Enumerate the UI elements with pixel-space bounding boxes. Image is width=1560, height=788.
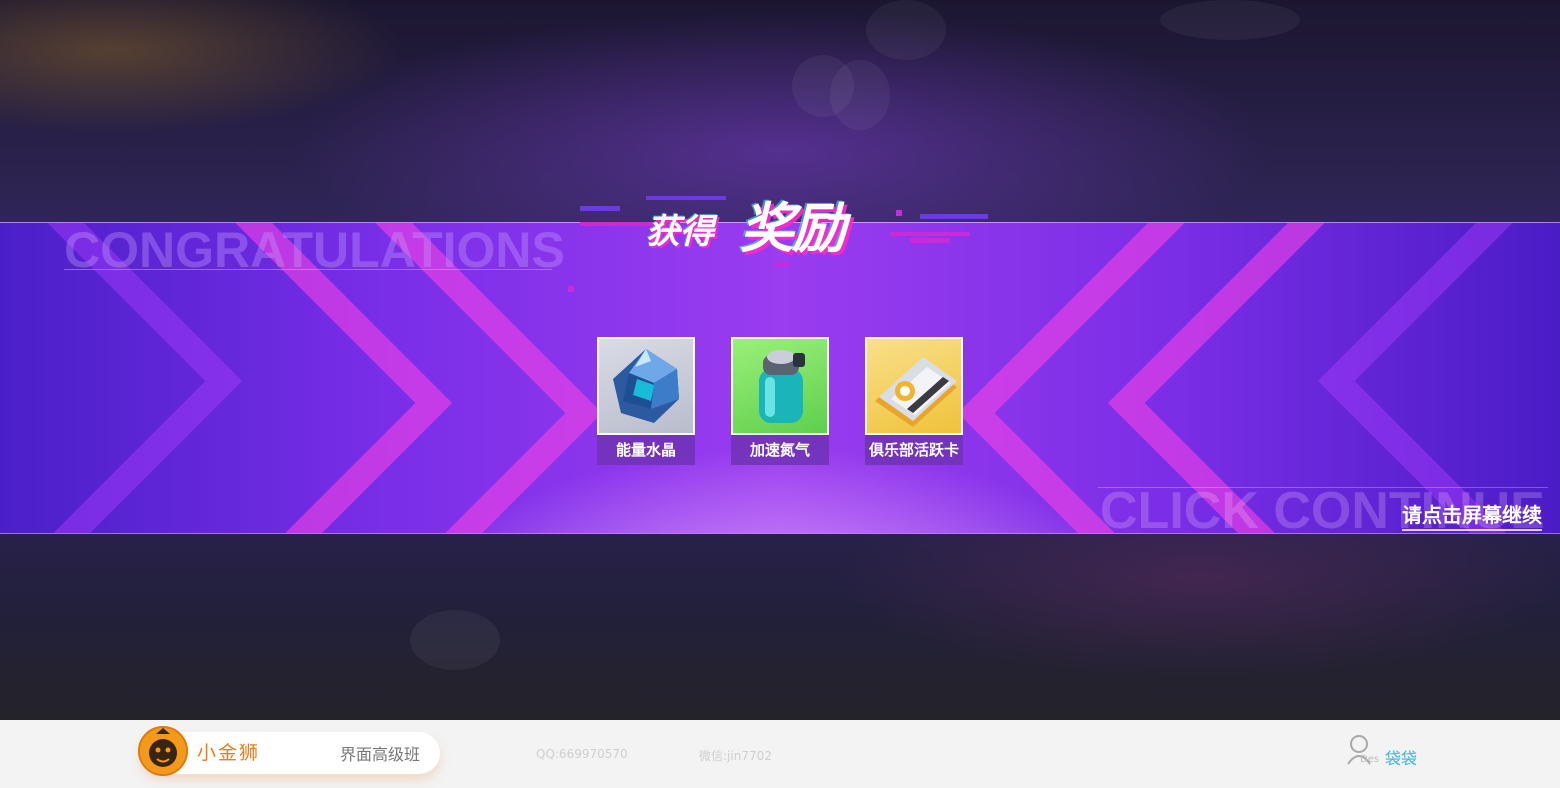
divider <box>64 269 552 270</box>
footer-bar: 小金狮 界面高级班 QQ:669970570 微信:jin7702 Des 袋袋 <box>0 720 1560 788</box>
club-card-icon <box>865 337 963 435</box>
glitch-bar <box>568 286 574 292</box>
glitch-bar <box>910 238 950 243</box>
reward-item-crystal[interactable]: 能量水晶 <box>597 337 695 465</box>
qq-contact: QQ:669970570 <box>536 747 628 761</box>
wechat-contact: 微信:jin7702 <box>699 749 772 763</box>
glitch-bar <box>580 206 620 211</box>
reward-label: 俱乐部活跃卡 <box>865 435 963 465</box>
title-reward: 奖励 <box>740 197 846 260</box>
congratulations-watermark: CONGRATULATIONS <box>64 222 565 278</box>
glitch-bar <box>920 214 988 219</box>
lion-logo-icon <box>138 726 188 776</box>
title-get: 获得 <box>646 212 714 252</box>
user-subtitle: Des <box>1360 754 1380 765</box>
crystal-icon <box>597 337 695 435</box>
nitro-canister-icon <box>731 337 829 435</box>
reward-item-nitro[interactable]: 加速氮气 <box>731 337 829 465</box>
glitch-bar <box>646 196 726 200</box>
divider <box>1098 487 1548 488</box>
brand-name: 小金狮 <box>197 742 261 764</box>
bokeh-light <box>866 0 946 60</box>
glitch-bar <box>890 232 970 236</box>
reward-list: 能量水晶 加速氮气 俱乐部活跃卡 <box>597 337 963 465</box>
reward-item-club-card[interactable]: 俱乐部活跃卡 <box>865 337 963 465</box>
bokeh-light <box>410 610 500 670</box>
bokeh-light <box>830 60 890 130</box>
user-name-link[interactable]: 袋袋 <box>1385 745 1417 769</box>
glitch-bar <box>896 210 902 216</box>
reward-label: 能量水晶 <box>597 435 695 465</box>
reward-label: 加速氮气 <box>731 435 829 465</box>
course-name: 界面高级班 <box>340 745 421 764</box>
continue-prompt[interactable]: 请点击屏幕继续 <box>1402 499 1542 531</box>
bokeh-light <box>1160 0 1300 40</box>
reward-title: 获得 奖励 <box>568 182 1000 292</box>
